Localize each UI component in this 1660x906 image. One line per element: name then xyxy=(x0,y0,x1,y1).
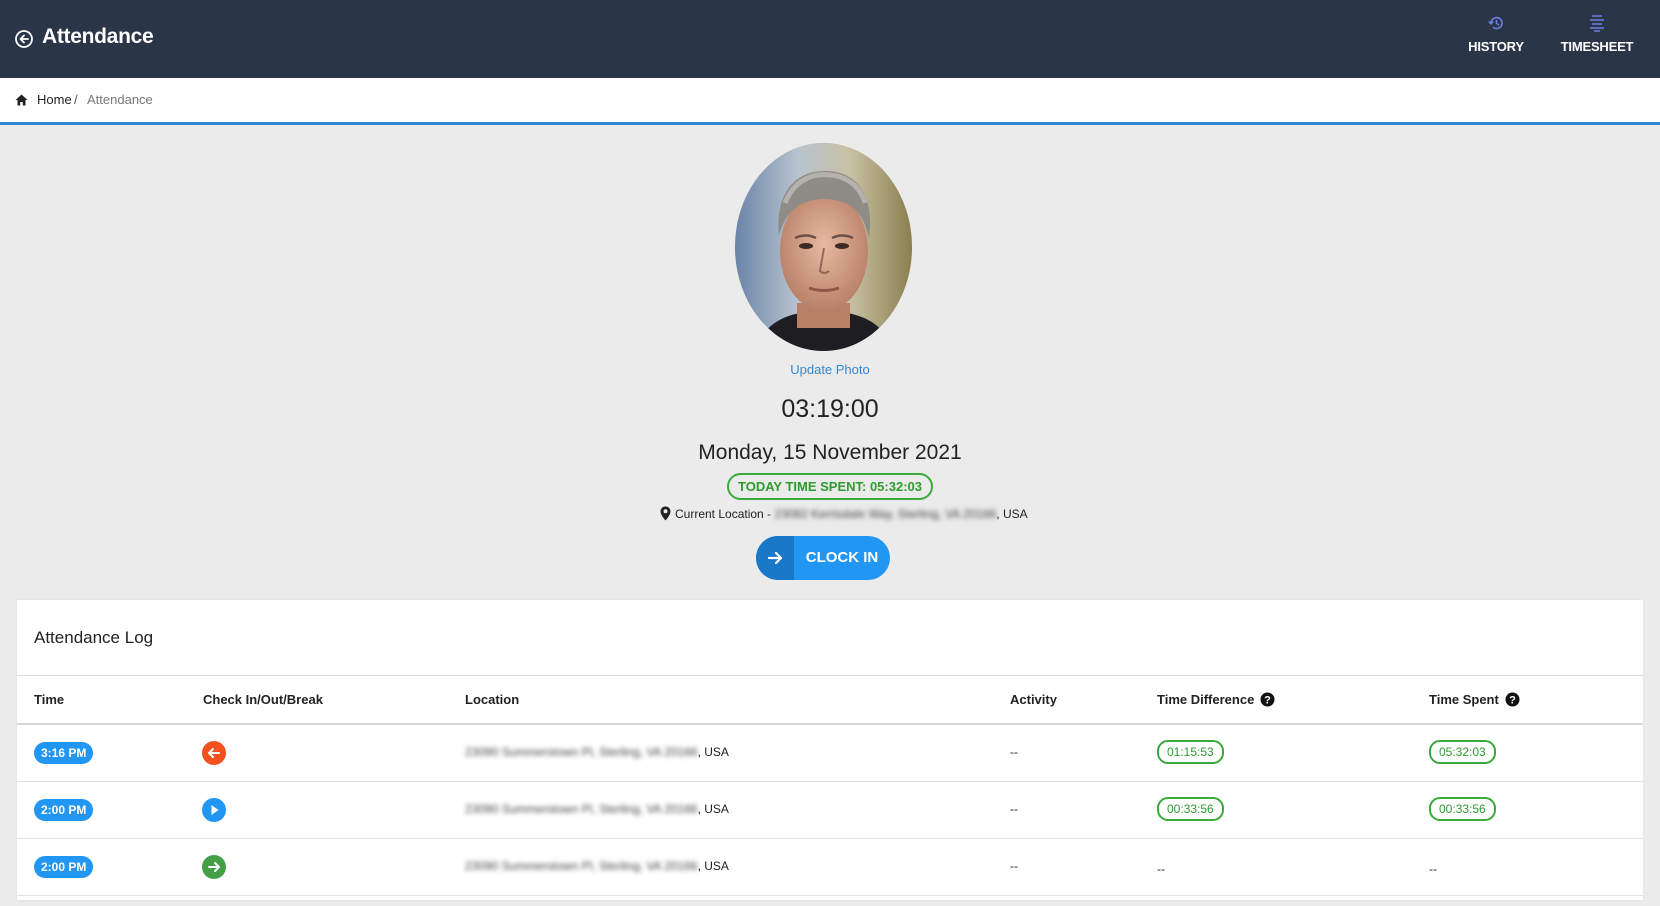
column-header-time-difference: Time Difference? xyxy=(1157,692,1275,707)
row-location-country: , USA xyxy=(697,859,729,873)
help-icon[interactable]: ? xyxy=(1260,692,1275,707)
table-row: 2:00 PM 23090 Summerstown Pl, Sterling, … xyxy=(17,839,1643,896)
svg-text:?: ? xyxy=(1264,695,1271,707)
column-header-activity: Activity xyxy=(1010,692,1057,707)
breadcrumb: Home / Attendance xyxy=(0,78,1660,125)
clock-in-button[interactable]: CLOCK IN xyxy=(756,536,890,580)
time-difference-label: Time Difference xyxy=(1157,692,1255,707)
timesheet-button[interactable]: TIMESHEET xyxy=(1557,14,1637,56)
timesheet-icon xyxy=(1590,15,1604,32)
home-icon xyxy=(15,94,28,106)
breadcrumb-current: Attendance xyxy=(87,92,153,107)
location-country: , USA xyxy=(996,507,1028,521)
time-badge: 2:00 PM xyxy=(34,856,94,878)
history-button[interactable]: HISTORY xyxy=(1461,14,1531,56)
column-header-time-spent: Time Spent? xyxy=(1429,692,1520,707)
time-badge: 3:16 PM xyxy=(34,742,94,764)
location-address: 23082 Kerrisdale Way, Sterling, VA 20166 xyxy=(774,507,997,521)
history-icon xyxy=(1488,16,1503,30)
breadcrumb-separator: / xyxy=(74,92,78,107)
time-difference-empty: -- xyxy=(1157,862,1165,876)
time-spent-badge: 05:32:03 xyxy=(1429,740,1496,764)
today-time-spent-badge: TODAY TIME SPENT: 05:32:03 xyxy=(727,473,933,500)
history-label: HISTORY xyxy=(1468,39,1524,54)
row-activity: -- xyxy=(1010,802,1018,816)
row-location-address: 23090 Summerstown Pl, Sterling, VA 20166 xyxy=(465,859,698,873)
attendance-log-card: Attendance Log Time Check In/Out/Break L… xyxy=(17,600,1643,900)
row-location-address: 23090 Summerstown Pl, Sterling, VA 20166 xyxy=(465,802,698,816)
top-app-bar: Attendance HISTORY TIMESHEET xyxy=(0,0,1660,78)
current-date: Monday, 15 November 2021 xyxy=(698,441,962,464)
time-spent-label: Time Spent xyxy=(1429,692,1499,707)
row-location-country: , USA xyxy=(697,802,729,816)
table-row: 2:00 PM 23090 Summerstown Pl, Sterling, … xyxy=(17,782,1643,839)
row-location-address: 23090 Summerstown Pl, Sterling, VA 20166 xyxy=(465,745,698,759)
table-row: 3:16 PM 23090 Summerstown Pl, Sterling, … xyxy=(17,725,1643,782)
update-photo-link[interactable]: Update Photo xyxy=(0,362,1660,377)
time-badge: 2:00 PM xyxy=(34,799,94,821)
row-location-country: , USA xyxy=(697,745,729,759)
column-header-type: Check In/Out/Break xyxy=(203,692,323,707)
current-location: Current Location - 23082 Kerrisdale Way,… xyxy=(660,506,1028,521)
column-header-time: Time xyxy=(34,692,65,707)
time-difference-badge: 01:15:53 xyxy=(1157,740,1224,764)
timesheet-label: TIMESHEET xyxy=(1560,39,1634,54)
page-title: Attendance xyxy=(42,25,154,48)
check-in-icon xyxy=(202,855,226,879)
time-spent-empty: -- xyxy=(1429,862,1437,876)
location-label: Current Location - xyxy=(675,507,772,521)
avatar xyxy=(735,143,912,351)
help-icon[interactable]: ? xyxy=(1505,692,1520,707)
location-pin-icon xyxy=(660,506,671,521)
check-out-icon xyxy=(202,741,226,765)
arrow-right-icon xyxy=(767,551,783,565)
back-arrow-icon[interactable] xyxy=(14,29,34,49)
profile-photo xyxy=(735,143,912,351)
time-spent-badge: 00:33:56 xyxy=(1429,797,1496,821)
time-difference-badge: 00:33:56 xyxy=(1157,797,1224,821)
break-play-icon xyxy=(202,798,226,822)
row-activity: -- xyxy=(1010,745,1018,759)
breadcrumb-home-link[interactable]: Home xyxy=(37,92,72,107)
row-activity: -- xyxy=(1010,859,1018,873)
clock-in-label: CLOCK IN xyxy=(805,549,879,566)
current-time: 03:19:00 xyxy=(781,395,879,423)
attendance-log-title: Attendance Log xyxy=(34,628,154,647)
column-header-location: Location xyxy=(465,692,520,707)
svg-text:?: ? xyxy=(1509,695,1516,707)
